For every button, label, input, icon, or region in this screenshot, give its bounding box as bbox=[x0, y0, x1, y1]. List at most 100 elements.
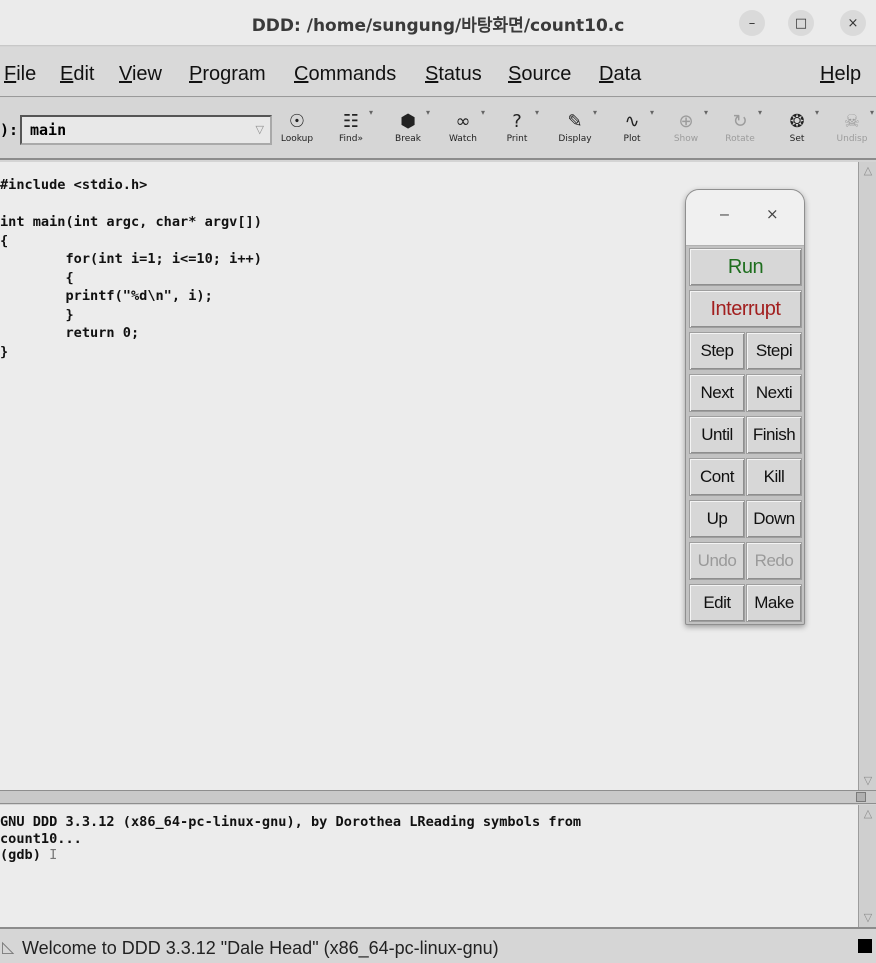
menu-source-label: ource bbox=[521, 63, 572, 85]
menu-commands[interactable]: Commands bbox=[294, 63, 396, 86]
menu-commands-mnemonic: C bbox=[294, 63, 309, 85]
console-line: GNU DDD 3.3.12 (x86_64-pc-linux-gnu), by… bbox=[0, 814, 582, 830]
up-button[interactable]: Up bbox=[689, 500, 745, 538]
pane-divider[interactable] bbox=[0, 790, 876, 804]
display-button[interactable]: ▾ ✎ Display bbox=[551, 108, 599, 152]
set-label: Set bbox=[789, 134, 805, 144]
source-code[interactable]: #include <stdio.h> ​int main(int argc, ch… bbox=[0, 176, 262, 361]
console-output[interactable]: GNU DDD 3.3.12 (x86_64-pc-linux-gnu), by… bbox=[0, 814, 581, 864]
menu-edit[interactable]: Edit bbox=[60, 63, 94, 86]
until-button[interactable]: Until bbox=[689, 416, 745, 454]
menu-status[interactable]: Status bbox=[425, 63, 482, 86]
find-menu-arrow-icon: ▾ bbox=[368, 108, 373, 117]
console-scrollbar[interactable]: △ ▽ bbox=[858, 805, 876, 927]
console-line: count10... bbox=[0, 830, 82, 847]
kill-button[interactable]: Kill bbox=[746, 458, 802, 496]
menu-data-label: ata bbox=[613, 63, 642, 85]
menu-data[interactable]: Data bbox=[599, 63, 641, 86]
undisp-menu-arrow-icon: ▾ bbox=[869, 108, 874, 117]
step-button[interactable]: Step bbox=[689, 332, 745, 370]
break-label: Break bbox=[395, 134, 421, 144]
find-button[interactable]: ▾ ☷ Find» bbox=[327, 108, 375, 152]
interrupt-button[interactable]: Interrupt bbox=[689, 290, 802, 328]
menu-file-label: ile bbox=[16, 63, 37, 85]
glasses-icon: ∞ bbox=[455, 111, 471, 132]
watch-button[interactable]: ▾ ∞ Watch bbox=[439, 108, 487, 152]
find-label: Find» bbox=[339, 134, 363, 144]
source-line: } bbox=[0, 306, 74, 323]
source-line: { bbox=[0, 269, 74, 286]
menu-view-label: iew bbox=[131, 63, 162, 85]
menu-data-mnemonic: D bbox=[599, 63, 614, 85]
menu-status-label: tatus bbox=[438, 63, 482, 85]
menu-help-mnemonic: H bbox=[820, 63, 835, 85]
display-icon: ✎ bbox=[567, 111, 583, 132]
break-button[interactable]: ▾ ⬢ Break bbox=[384, 108, 432, 152]
minimize-button[interactable]: – bbox=[739, 10, 765, 36]
scroll-up-arrow-icon[interactable]: △ bbox=[860, 163, 876, 179]
argument-label: ): bbox=[0, 121, 19, 139]
lookup-icon: ☉ bbox=[288, 111, 306, 132]
question-icon: ? bbox=[512, 111, 522, 132]
set-icon: ❂ bbox=[789, 111, 805, 132]
finish-button[interactable]: Finish bbox=[746, 416, 802, 454]
console-scroll-up-arrow-icon[interactable]: △ bbox=[860, 806, 876, 822]
menu-commands-label: ommands bbox=[308, 63, 397, 85]
console-scroll-down-arrow-icon[interactable]: ▽ bbox=[860, 910, 876, 926]
prompt-text: (gdb) bbox=[0, 847, 50, 863]
sash-grip[interactable] bbox=[856, 792, 866, 802]
plot-icon: ∿ bbox=[624, 111, 640, 132]
down-button[interactable]: Down bbox=[746, 500, 802, 538]
maximize-button[interactable]: □ bbox=[788, 10, 814, 36]
dropdown-arrow-icon[interactable]: ▽ bbox=[256, 123, 264, 136]
menu-program-mnemonic: P bbox=[189, 63, 203, 85]
plot-button[interactable]: ▾ ∿ Plot bbox=[608, 108, 656, 152]
redo-button[interactable]: Redo bbox=[746, 542, 802, 580]
show-button[interactable]: ▾ ⊕ Show bbox=[662, 108, 710, 152]
print-button[interactable]: ▾ ? Print bbox=[493, 108, 541, 152]
menu-source[interactable]: Source bbox=[508, 63, 571, 86]
nexti-button[interactable]: Nexti bbox=[746, 374, 802, 412]
plot-menu-arrow-icon: ▾ bbox=[649, 108, 654, 117]
source-line: for(int i=1; i<=10; i++) bbox=[0, 251, 262, 267]
menu-program[interactable]: Program bbox=[189, 63, 266, 86]
argument-value: main bbox=[30, 121, 67, 139]
menu-help[interactable]: Help bbox=[820, 63, 861, 86]
cont-button[interactable]: Cont bbox=[689, 458, 745, 496]
display-menu-arrow-icon: ▾ bbox=[592, 108, 597, 117]
menu-edit-mnemonic: E bbox=[60, 63, 74, 85]
menu-program-label: rogram bbox=[202, 63, 266, 85]
close-button[interactable]: × bbox=[840, 10, 866, 36]
undisplay-icon: ☠ bbox=[843, 111, 861, 132]
rotate-button[interactable]: ▾ ↻ Rotate bbox=[716, 108, 764, 152]
menu-view[interactable]: View bbox=[119, 63, 162, 86]
print-menu-arrow-icon: ▾ bbox=[534, 108, 539, 117]
source-line: #include <stdio.h> bbox=[0, 177, 148, 193]
text-cursor-icon: I bbox=[49, 847, 58, 863]
make-button[interactable]: Make bbox=[746, 584, 802, 622]
stepi-button[interactable]: Stepi bbox=[746, 332, 802, 370]
undisp-label: Undisp bbox=[836, 134, 868, 144]
set-button[interactable]: ▾ ❂ Set bbox=[773, 108, 821, 152]
run-button[interactable]: Run bbox=[689, 248, 802, 286]
scroll-down-arrow-icon[interactable]: ▽ bbox=[860, 773, 876, 789]
source-line: return 0; bbox=[0, 325, 140, 341]
command-tool-minimize-button[interactable]: – bbox=[720, 206, 729, 224]
rotate-menu-arrow-icon: ▾ bbox=[757, 108, 762, 117]
console-prompt: (gdb) I bbox=[0, 847, 581, 864]
menu-source-mnemonic: S bbox=[508, 63, 522, 85]
edit-button[interactable]: Edit bbox=[689, 584, 745, 622]
gdb-console[interactable]: GNU DDD 3.3.12 (x86_64-pc-linux-gnu), by… bbox=[0, 805, 858, 927]
command-tool-close-button[interactable]: × bbox=[766, 205, 779, 223]
source-scrollbar[interactable]: △ ▽ bbox=[858, 162, 876, 790]
print-label: Print bbox=[506, 134, 528, 144]
argument-field[interactable]: main ▽ bbox=[20, 115, 272, 145]
lookup-button[interactable]: ☉ Lookup bbox=[273, 108, 321, 152]
undo-button[interactable]: Undo bbox=[689, 542, 745, 580]
display-label: Display bbox=[558, 134, 592, 144]
menu-view-mnemonic: V bbox=[119, 63, 132, 85]
command-tool-titlebar[interactable]: – × bbox=[686, 190, 804, 246]
menu-file[interactable]: File bbox=[4, 63, 36, 86]
next-button[interactable]: Next bbox=[689, 374, 745, 412]
undisp-button[interactable]: ▾ ☠ Undisp bbox=[828, 108, 876, 152]
